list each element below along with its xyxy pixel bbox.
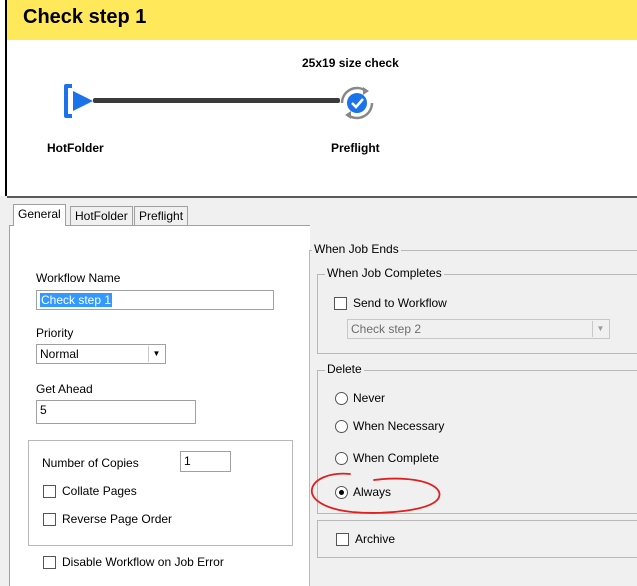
priority-value: Normal <box>40 347 79 361</box>
copies-label: Number of Copies <box>42 456 139 470</box>
job-ends-label: When Job Ends <box>312 242 401 256</box>
workflow-name-field[interactable]: Check step 1 <box>36 290 274 310</box>
send-target-value: Check step 2 <box>351 322 422 336</box>
reverse-checkbox[interactable] <box>43 513 56 526</box>
delete-label: Delete <box>325 362 364 376</box>
preflight-check-icon[interactable] <box>336 82 378 124</box>
send-to-workflow-checkbox[interactable] <box>334 297 347 310</box>
general-panel: Workflow Name Check step 1 Priority Norm… <box>9 225 310 586</box>
archive-label: Archive <box>355 532 396 546</box>
send-target-select[interactable]: Check step 2 ▼ <box>347 319 610 339</box>
tab-preflight[interactable]: Preflight <box>134 206 189 225</box>
disable-on-error-checkbox[interactable] <box>43 556 56 569</box>
disable-on-error-label: Disable Workflow on Job Error <box>62 555 224 569</box>
reverse-label: Reverse Page Order <box>62 512 173 526</box>
node-label-hotfolder: HotFolder <box>47 141 104 155</box>
archive-checkbox[interactable] <box>336 533 349 546</box>
priority-select[interactable]: Normal ▼ <box>36 344 166 364</box>
tab-hotfolder[interactable]: HotFolder <box>70 206 133 225</box>
workflow-name-label: Workflow Name <box>36 271 121 285</box>
chevron-down-icon[interactable]: ▼ <box>592 321 608 337</box>
get-ahead-field[interactable]: 5 <box>36 400 196 424</box>
workflow-connector <box>93 98 340 103</box>
delete-never-label: Never <box>353 391 386 405</box>
collate-checkbox[interactable] <box>43 485 56 498</box>
red-circle-annotation-icon <box>311 472 441 514</box>
priority-label: Priority <box>36 326 74 340</box>
node-label-preflight: Preflight <box>331 141 380 155</box>
hotfolder-play-icon[interactable] <box>62 82 96 120</box>
collate-label: Collate Pages <box>62 484 137 498</box>
job-completes-group <box>317 274 637 354</box>
get-ahead-value: 5 <box>40 403 47 417</box>
send-to-workflow-label: Send to Workflow <box>353 296 447 310</box>
page-title: Check step 1 <box>23 6 147 28</box>
delete-when-necessary-label: When Necessary <box>353 419 445 433</box>
chevron-down-icon[interactable]: ▼ <box>148 346 164 362</box>
tab-general[interactable]: General <box>13 204 66 226</box>
title-bar: Check step 1 <box>7 0 637 40</box>
workflow-step-title: 25x19 size check <box>302 56 399 70</box>
delete-never-radio[interactable] <box>335 392 348 405</box>
workflow-name-value: Check step 1 <box>40 293 113 307</box>
get-ahead-label: Get Ahead <box>36 382 93 396</box>
copies-field[interactable]: 1 <box>180 451 231 472</box>
copies-value: 1 <box>184 454 191 468</box>
job-completes-label: When Job Completes <box>325 266 444 280</box>
workflow-canvas: Check step 1 25x19 size check HotFolder … <box>0 0 637 196</box>
delete-when-necessary-radio[interactable] <box>335 420 348 433</box>
properties-form: General HotFolder Preflight Workflow Nam… <box>7 196 637 586</box>
